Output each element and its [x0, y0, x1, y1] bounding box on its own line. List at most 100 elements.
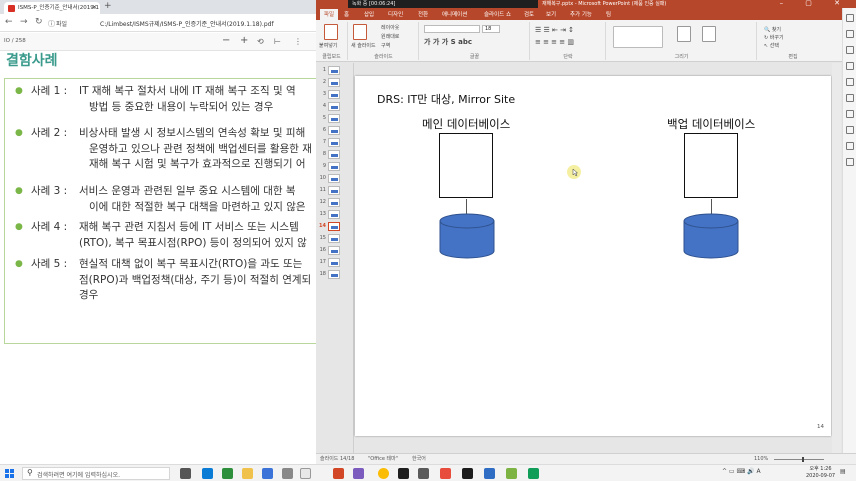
tab-insert[interactable]: 삽입 — [364, 10, 374, 18]
tab-team[interactable]: 팀 — [606, 10, 611, 18]
slide-thumbnail[interactable]: 8 — [318, 150, 352, 160]
slide-thumbnail[interactable]: 4 — [318, 102, 352, 112]
slide-thumbnail[interactable]: 5 — [318, 114, 352, 124]
app-icon[interactable] — [282, 468, 293, 479]
list-icon[interactable]: ☰ ☰ ⇤ ⇥ ↕ — [535, 26, 574, 34]
section-button[interactable]: 구역 — [381, 42, 390, 49]
font-name-select[interactable] — [424, 25, 480, 33]
app-icon[interactable] — [262, 468, 273, 479]
chrome-icon[interactable] — [378, 468, 389, 479]
notification-icon[interactable]: ▤ — [840, 468, 846, 475]
url-field[interactable]: C:/Limbest/ISMS규제/ISMS-P_인증기준_안내서(2019.1… — [100, 19, 274, 28]
powerpoint-taskbar-icon[interactable] — [333, 468, 344, 479]
zoom-level[interactable]: 110% — [754, 454, 768, 464]
slide-title[interactable]: DRS: IT만 대상, Mirror Site — [377, 91, 515, 107]
app-icon[interactable] — [300, 468, 311, 479]
tab-transitions[interactable]: 전환 — [418, 10, 428, 18]
backup-server-box[interactable] — [684, 133, 738, 198]
new-slide-icon[interactable] — [353, 24, 367, 40]
slide-thumbnail[interactable]: 17 — [318, 258, 352, 268]
slide-thumbnail[interactable]: 10 — [318, 174, 352, 184]
slide-thumbnail[interactable]: 1 — [318, 66, 352, 76]
tool-icon[interactable] — [846, 62, 854, 70]
layout-button[interactable]: 레이아웃 — [381, 24, 399, 31]
browser-tab[interactable]: ISMS-P_인증기준_안내서(2019.1 ✕ — [4, 2, 100, 14]
reset-button[interactable]: 원래대로 — [381, 33, 399, 40]
slide-thumbnail[interactable]: 6 — [318, 126, 352, 136]
app-icon[interactable] — [353, 468, 364, 479]
file-explorer-icon[interactable] — [242, 468, 253, 479]
tab-animations[interactable]: 애니메이션 — [442, 10, 467, 18]
tab-home[interactable]: 홈 — [344, 10, 349, 18]
app-icon[interactable] — [528, 468, 539, 479]
fit-page-icon[interactable]: ⊢ — [274, 37, 281, 46]
tab-slideshow[interactable]: 슬라이드 쇼 — [484, 10, 511, 18]
edge-icon[interactable] — [202, 468, 213, 479]
slide-thumbnail[interactable]: 13 — [318, 210, 352, 220]
slide-thumbnail-selected[interactable]: 14 — [318, 222, 352, 232]
shapes-gallery[interactable] — [613, 26, 663, 48]
app-icon[interactable] — [484, 468, 495, 479]
paste-icon[interactable] — [324, 24, 338, 40]
app-icon[interactable] — [418, 468, 429, 479]
slide-thumbnail[interactable]: 16 — [318, 246, 352, 256]
tool-icon[interactable] — [846, 142, 854, 150]
app-icon[interactable] — [506, 468, 517, 479]
taskbar-clock[interactable]: 오후 1:26 2020-09-07 — [806, 466, 835, 480]
slide-thumbnail[interactable]: 12 — [318, 198, 352, 208]
app-icon[interactable] — [398, 468, 409, 479]
slide-thumbnail[interactable]: 7 — [318, 138, 352, 148]
page-counter[interactable]: IO / 258 — [4, 38, 26, 44]
app-icon[interactable] — [440, 468, 451, 479]
windows-start-icon[interactable] — [5, 469, 14, 478]
quick-styles-icon[interactable] — [702, 26, 716, 42]
main-db-label[interactable]: 메인 데이터베이스 — [422, 116, 510, 132]
forward-icon[interactable]: → — [20, 17, 28, 27]
font-size-select[interactable]: 18 — [482, 25, 500, 33]
slide-thumbnail[interactable]: 15 — [318, 234, 352, 244]
tool-icon[interactable] — [846, 110, 854, 118]
language[interactable]: 한국어 — [412, 454, 426, 464]
slide-thumbnail[interactable]: 2 — [318, 78, 352, 88]
main-database-icon[interactable] — [439, 213, 495, 259]
slide-thumbnail[interactable]: 3 — [318, 90, 352, 100]
app-icon[interactable] — [462, 468, 473, 479]
backup-database-icon[interactable] — [683, 213, 739, 259]
replace-icon[interactable]: ↻ 바꾸기 — [764, 34, 784, 41]
tab-addins[interactable]: 추가 기능 — [570, 10, 592, 18]
zoom-out-icon[interactable]: − — [222, 35, 230, 46]
backup-db-label[interactable]: 백업 데이터베이스 — [667, 116, 755, 132]
tool-icon[interactable] — [846, 94, 854, 102]
reload-icon[interactable]: ↻ — [35, 17, 43, 27]
tab-view[interactable]: 보기 — [546, 10, 556, 18]
zoom-slider-knob[interactable] — [802, 457, 804, 462]
zoom-slider[interactable] — [774, 459, 824, 460]
close-tab-icon[interactable]: ✕ — [92, 2, 97, 14]
window-controls[interactable]: – ▢ ✕ — [780, 0, 850, 7]
tool-icon[interactable] — [846, 126, 854, 134]
bold-icon[interactable]: 가 가 가 S abc — [424, 37, 472, 47]
taskbar-search[interactable]: ⚲ 검색하려면 여기에 입력하십시오. — [22, 467, 170, 480]
app-icon[interactable] — [222, 468, 233, 479]
select-icon[interactable]: ↖ 선택 — [764, 42, 779, 49]
tab-review[interactable]: 검토 — [524, 10, 534, 18]
tab-file[interactable]: 파일 — [320, 9, 339, 20]
tray-icons[interactable]: ^ ▭ ⌨ 🔊 A — [722, 468, 761, 475]
vertical-scrollbar[interactable] — [832, 63, 841, 453]
rotate-icon[interactable]: ⟲ — [257, 37, 264, 46]
slide-thumbnail[interactable]: 9 — [318, 162, 352, 172]
new-tab-icon[interactable]: + — [104, 1, 112, 11]
more-icon[interactable]: ⋮ — [294, 37, 302, 46]
tab-design[interactable]: 디자인 — [388, 10, 403, 18]
find-icon[interactable]: 🔍 찾기 — [764, 26, 781, 33]
tool-icon[interactable] — [846, 46, 854, 54]
tool-icon[interactable] — [846, 78, 854, 86]
task-view-icon[interactable] — [180, 468, 191, 479]
tool-icon[interactable] — [846, 158, 854, 166]
zoom-in-icon[interactable]: + — [240, 35, 248, 46]
slide-thumbnail[interactable]: 18 — [318, 270, 352, 280]
arrange-icon[interactable] — [677, 26, 691, 42]
back-icon[interactable]: ← — [5, 17, 13, 27]
align-icon[interactable]: ≡ ≡ ≡ ≡ ▥ — [535, 38, 574, 46]
slide-canvas[interactable]: DRS: IT만 대상, Mirror Site 메인 데이터베이스 백업 데이… — [355, 76, 831, 436]
